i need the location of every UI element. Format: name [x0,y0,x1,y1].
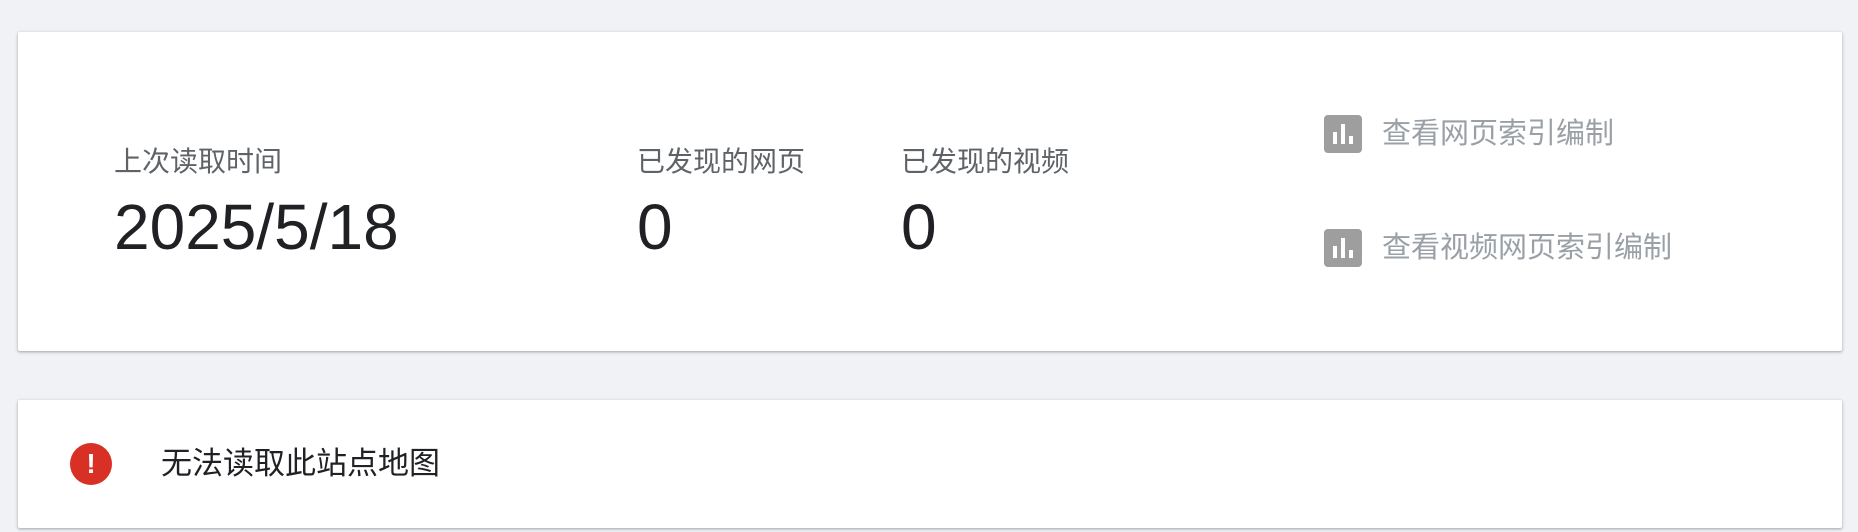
error-message: 无法读取此站点地图 [161,446,440,481]
discovered-pages-value: 0 [637,191,673,263]
bar-chart-icon [1324,229,1362,267]
view-video-page-indexing-label: 查看视频网页索引编制 [1382,232,1673,264]
discovered-videos-value: 0 [901,191,937,263]
view-video-page-indexing-link[interactable]: 查看视频网页索引编制 [1324,228,1672,268]
bar-chart-icon [1324,115,1362,153]
last-read-value: 2025/5/18 [114,191,399,263]
discovered-pages-label: 已发现的网页 [637,146,806,177]
sitemap-stats-card: 上次读取时间 2025/5/18 已发现的网页 0 已发现的视频 0 查看网页索… [18,32,1842,351]
discovered-videos-label: 已发现的视频 [901,146,1070,177]
view-page-indexing-link[interactable]: 查看网页索引编制 [1324,114,1614,154]
last-read-label: 上次读取时间 [114,146,283,177]
view-page-indexing-label: 查看网页索引编制 [1382,118,1615,150]
sitemap-error-card: ! 无法读取此站点地图 [18,400,1842,528]
error-icon: ! [70,443,112,485]
